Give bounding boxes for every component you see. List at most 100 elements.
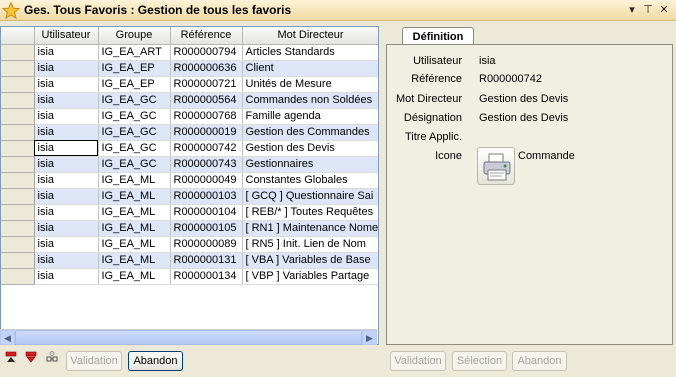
left-validation-button[interactable]: Validation	[66, 351, 122, 371]
cell-utilisateur[interactable]: isia	[34, 268, 99, 285]
cell-groupe[interactable]: IG_EA_ML	[98, 172, 171, 189]
cell-mot-directeur[interactable]: Constantes Globales	[242, 172, 378, 189]
cell-utilisateur[interactable]: isia	[34, 252, 99, 269]
cell-utilisateur[interactable]: isia	[34, 140, 99, 157]
cell-groupe[interactable]: IG_EA_GC	[98, 92, 171, 109]
cell-reference[interactable]: R000000564	[170, 92, 243, 109]
cell-reference[interactable]: R000000105	[170, 220, 243, 237]
table-row[interactable]: isia IG_EA_ART R000000794 Articles Standard…	[1, 44, 378, 61]
row-selector[interactable]	[1, 140, 35, 157]
cell-mot-directeur[interactable]: [ VBP ] Variables Partage	[242, 268, 378, 285]
cell-reference[interactable]: R000000636	[170, 60, 243, 77]
cell-groupe[interactable]: IG_EA_EP	[98, 60, 171, 77]
cell-mot-directeur[interactable]: Famille agenda	[242, 108, 378, 125]
cell-groupe[interactable]: IG_EA_ML	[98, 252, 171, 269]
row-selector[interactable]	[1, 44, 35, 61]
cell-groupe[interactable]: IG_EA_GC	[98, 140, 171, 157]
cell-mot-directeur[interactable]: Gestionnaires	[242, 156, 378, 173]
selection-button[interactable]: Sélection	[452, 351, 507, 371]
cell-groupe[interactable]: IG_EA_ML	[98, 268, 171, 285]
row-selector[interactable]	[1, 204, 35, 221]
column-header-reference[interactable]: Référence	[170, 27, 243, 45]
row-selector[interactable]	[1, 60, 35, 77]
table-row[interactable]: isia IG_EA_ML R000000134[ VBP ] Variables …	[1, 268, 378, 285]
cell-utilisateur[interactable]: isia	[34, 76, 99, 93]
table-row[interactable]: isia IG_EA_GC R000000768 Famille agenda	[1, 108, 378, 125]
cell-mot-directeur[interactable]: Articles Standards	[242, 44, 378, 61]
table-row[interactable]: isia IG_EA_GC R000000019 Gestion des Comman…	[1, 124, 378, 141]
table-row[interactable]: isia IG_EA_EP R000000636 Client	[1, 60, 378, 77]
scroll-right-icon[interactable]: ▶	[362, 330, 377, 345]
cell-mot-directeur[interactable]: [ RN1 ] Maintenance Nomen	[242, 220, 378, 237]
cell-utilisateur[interactable]: isia	[34, 188, 99, 205]
close-icon[interactable]: ✕	[657, 3, 671, 17]
column-header-mot-directeur[interactable]: Mot Directeur	[242, 27, 378, 45]
scroll-left-icon[interactable]: ◀	[0, 330, 15, 345]
cell-utilisateur[interactable]: isia	[34, 220, 99, 237]
cell-reference[interactable]: R000000089	[170, 236, 243, 253]
icon-picker-button[interactable]	[477, 147, 515, 185]
cell-mot-directeur[interactable]: Unités de Mesure	[242, 76, 378, 93]
row-selector[interactable]	[1, 92, 35, 109]
cell-groupe[interactable]: IG_EA_ML	[98, 236, 171, 253]
horizontal-scrollbar[interactable]: ◀ ▶	[0, 329, 377, 345]
table-row[interactable]: isia IG_EA_ML R000000089[ RN5 ] Init. Lien…	[1, 236, 378, 253]
cell-utilisateur[interactable]: isia	[34, 156, 99, 173]
right-validation-button[interactable]: Validation	[390, 351, 446, 371]
cell-groupe[interactable]: IG_EA_ML	[98, 220, 171, 237]
next-record-icon[interactable]	[25, 351, 37, 363]
window-menu-button[interactable]: ▾	[625, 3, 639, 17]
cell-mot-directeur[interactable]: Gestion des Commandes	[242, 124, 378, 141]
cell-reference[interactable]: R000000768	[170, 108, 243, 125]
cell-groupe[interactable]: IG_EA_ML	[98, 204, 171, 221]
table-row[interactable]: isia IG_EA_ML R000000105[ RN1 ] Maintenanc…	[1, 220, 378, 237]
cell-mot-directeur[interactable]: [ GCQ ] Questionnaire Sai	[242, 188, 378, 205]
cell-utilisateur[interactable]: isia	[34, 60, 99, 77]
table-row[interactable]: isia IG_EA_ML R000000103[ GCQ ] Questionna…	[1, 188, 378, 205]
row-selector[interactable]	[1, 124, 35, 141]
row-selector[interactable]	[1, 172, 35, 189]
cell-mot-directeur[interactable]: Client	[242, 60, 378, 77]
cell-reference[interactable]: R000000019	[170, 124, 243, 141]
row-selector[interactable]	[1, 76, 35, 93]
cell-utilisateur[interactable]: isia	[34, 44, 99, 61]
scrollbar-thumb[interactable]	[15, 330, 362, 345]
cell-mot-directeur[interactable]: [ VBA ] Variables de Base	[242, 252, 378, 269]
cell-reference[interactable]: R000000743	[170, 156, 243, 173]
table-row[interactable]: isia IG_EA_GC R000000564 Commandes non Sold…	[1, 92, 378, 109]
cell-groupe[interactable]: IG_EA_GC	[98, 108, 171, 125]
cell-mot-directeur[interactable]: [ REB/* ] Toutes Requêtes	[242, 204, 378, 221]
left-abandon-button[interactable]: Abandon	[128, 351, 183, 371]
cell-reference[interactable]: R000000103	[170, 188, 243, 205]
row-selector[interactable]	[1, 252, 35, 269]
table-row[interactable]: isia IG_EA_ML R000000104[ REB/* ] Toutes R…	[1, 204, 378, 221]
cell-reference[interactable]: R000000131	[170, 252, 243, 269]
cell-groupe[interactable]: IG_EA_EP	[98, 76, 171, 93]
table-row[interactable]: isia IG_EA_EP R000000721 Unités de Mesure	[1, 76, 378, 93]
pin-icon[interactable]: ⊤	[641, 3, 655, 17]
table-row[interactable]: isia IG_EA_ML R000000131[ VBA ] Variables …	[1, 252, 378, 269]
cell-utilisateur[interactable]: isia	[34, 172, 99, 189]
cell-groupe[interactable]: IG_EA_ART	[98, 44, 171, 61]
table-row[interactable]: isia IG_EA_ML R000000049 Constantes Globale…	[1, 172, 378, 189]
column-header-utilisateur[interactable]: Utilisateur	[34, 27, 99, 45]
row-selector[interactable]	[1, 156, 35, 173]
column-header-groupe[interactable]: Groupe	[98, 27, 171, 45]
cell-reference[interactable]: R000000134	[170, 268, 243, 285]
row-selector-header[interactable]	[1, 27, 35, 45]
cell-reference[interactable]: R000000742	[170, 140, 243, 157]
cell-reference[interactable]: R000000794	[170, 44, 243, 61]
table-row[interactable]: isia IG_EA_GC R000000743 Gestionnaires	[1, 156, 378, 173]
row-selector[interactable]	[1, 220, 35, 237]
row-selector[interactable]	[1, 268, 35, 285]
cell-mot-directeur[interactable]: Commandes non Soldées	[242, 92, 378, 109]
cell-mot-directeur[interactable]: [ RN5 ] Init. Lien de Nom	[242, 236, 378, 253]
cell-groupe[interactable]: IG_EA_ML	[98, 188, 171, 205]
right-abandon-button[interactable]: Abandon	[512, 351, 567, 371]
cell-groupe[interactable]: IG_EA_GC	[98, 124, 171, 141]
cell-mot-directeur[interactable]: Gestion des Devis	[242, 140, 378, 157]
cell-utilisateur[interactable]: isia	[34, 236, 99, 253]
cell-reference[interactable]: R000000104	[170, 204, 243, 221]
cell-reference[interactable]: R000000721	[170, 76, 243, 93]
cell-reference[interactable]: R000000049	[170, 172, 243, 189]
